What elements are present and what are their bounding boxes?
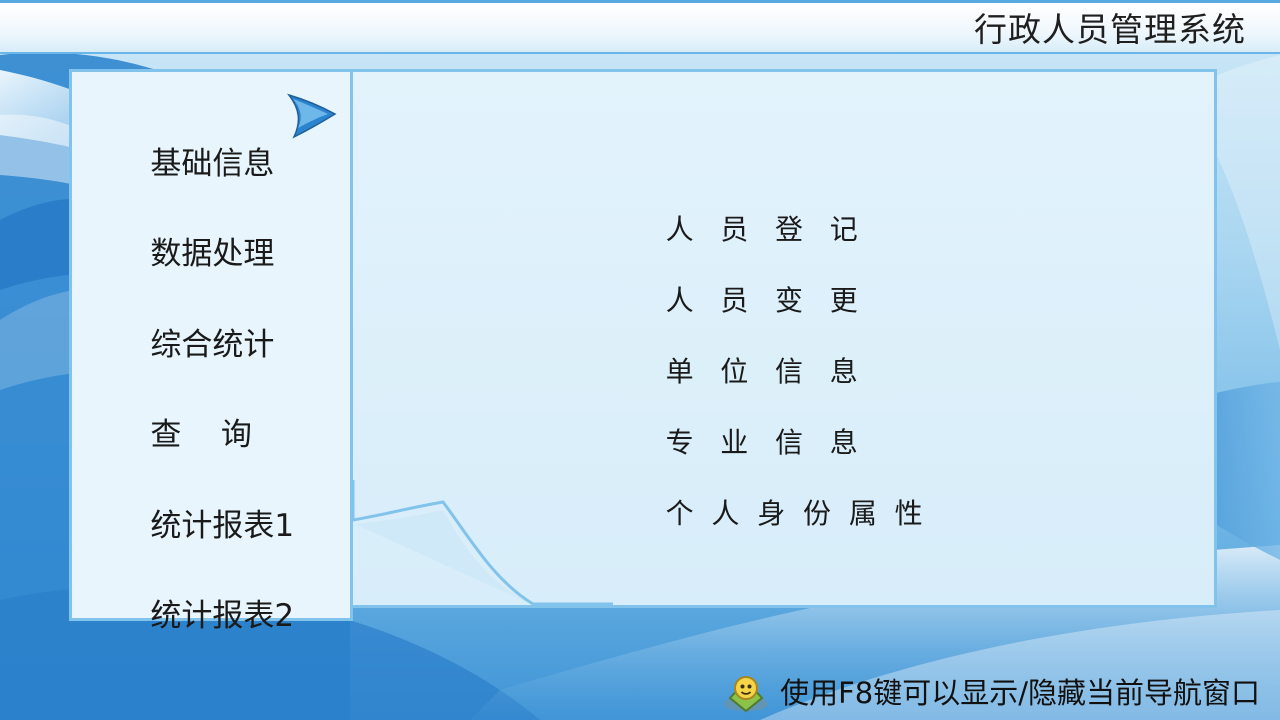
sidebar-item-data-processing[interactable]: 数据处理 [111, 188, 321, 272]
sidebar-item-report-2[interactable]: 统计报表2 [111, 550, 321, 634]
page-curl-decoration [353, 480, 613, 606]
sidebar-item-comprehensive-statistics[interactable]: 综合统计 [111, 279, 321, 363]
content-item-label: 个 人 身 份 属 性 [665, 497, 923, 530]
sidebar-item-label: 基础信息 [150, 146, 275, 182]
app-title: 行政人员管理系统 [974, 10, 1246, 49]
navigation-panel: 基础信息 数据处理 综合统计 查 询 统计报表1 统计报表2 [69, 69, 353, 634]
sidebar-item-label: 统计报表1 [150, 508, 295, 544]
sidebar-item-label: 综合统计 [150, 327, 275, 363]
sidebar-item-label: 数据处理 [150, 236, 275, 272]
sidebar-item-query[interactable]: 查 询 [111, 369, 321, 453]
content-item-personal-identity-attributes[interactable]: 个 人 身 份 属 性 [630, 454, 923, 574]
app-title-bar: 行政人员管理系统 [0, 0, 1280, 54]
footer-hint-text: 使用F8键可以显示/隐藏当前导航窗口 [780, 676, 1260, 710]
active-arrow-icon [286, 93, 337, 139]
sidebar-item-label: 查 询 [150, 417, 252, 453]
footer-hint: 使用F8键可以显示/隐藏当前导航窗口 [720, 672, 1260, 714]
sidebar-item-report-1[interactable]: 统计报表1 [111, 460, 321, 544]
help-icon [724, 676, 769, 713]
sidebar-item-label: 统计报表2 [150, 598, 295, 634]
